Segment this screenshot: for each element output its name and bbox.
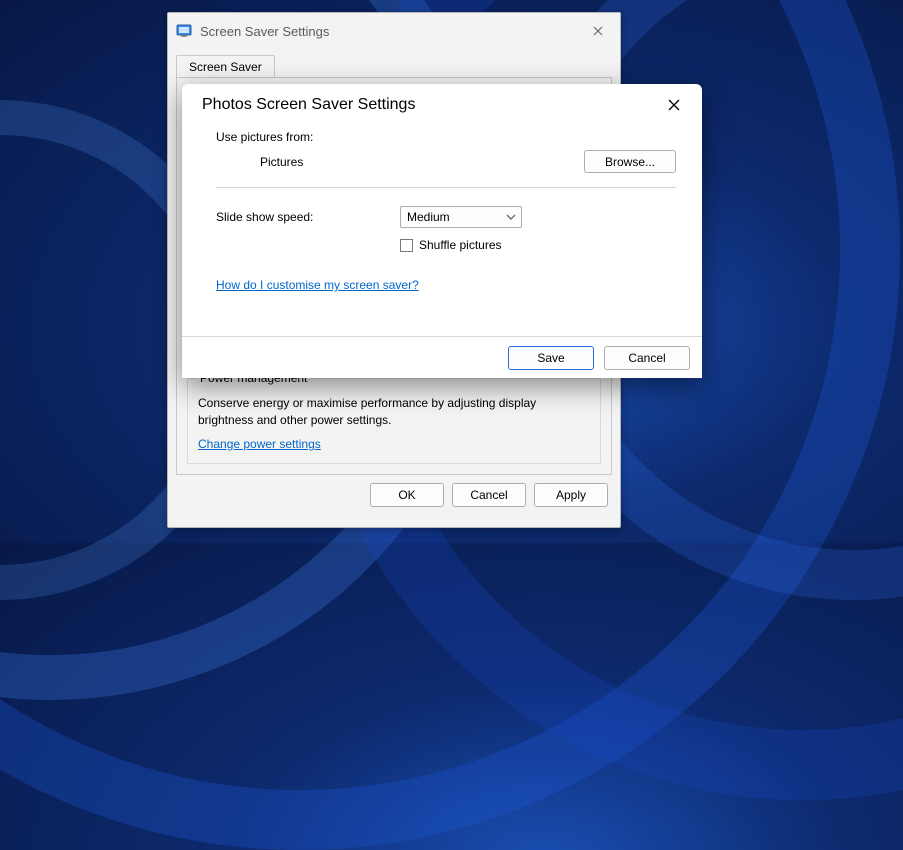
child-close-button[interactable] [658, 89, 690, 121]
apply-label: Apply [556, 488, 586, 502]
child-button-row: Save Cancel [182, 336, 702, 378]
power-management-group: Power management Conserve energy or maxi… [187, 378, 601, 464]
speed-value: Medium [407, 210, 450, 224]
change-power-settings-link[interactable]: Change power settings [198, 437, 321, 451]
pictures-row: Pictures Browse... [216, 150, 676, 173]
slide-show-speed-label: Slide show speed: [216, 210, 400, 224]
photos-screen-saver-settings-dialog: Photos Screen Saver Settings Use picture… [182, 84, 702, 378]
tab-strip: Screen Saver [168, 49, 620, 77]
use-pictures-from-label: Use pictures from: [216, 130, 676, 144]
child-titlebar[interactable]: Photos Screen Saver Settings [182, 84, 702, 126]
tab-label: Screen Saver [189, 60, 262, 74]
screen-saver-icon [176, 23, 192, 39]
slide-show-speed-dropdown[interactable]: Medium [400, 206, 522, 228]
save-button[interactable]: Save [508, 346, 594, 370]
parent-close-button[interactable] [584, 23, 612, 39]
divider [216, 187, 676, 188]
customise-screen-saver-help-link[interactable]: How do I customise my screen saver? [216, 278, 419, 292]
apply-button[interactable]: Apply [534, 483, 608, 507]
power-description: Conserve energy or maximise performance … [198, 395, 590, 429]
ok-button[interactable]: OK [370, 483, 444, 507]
shuffle-pictures-label: Shuffle pictures [419, 238, 502, 252]
ok-label: OK [398, 488, 415, 502]
child-cancel-label: Cancel [628, 351, 665, 365]
speed-row: Slide show speed: Medium [216, 206, 676, 228]
pictures-folder-label: Pictures [260, 155, 303, 169]
parent-button-row: OK Cancel Apply [168, 483, 620, 519]
parent-window-title: Screen Saver Settings [200, 24, 329, 39]
chevron-down-icon [506, 211, 516, 225]
child-window-title: Photos Screen Saver Settings [202, 96, 415, 114]
cancel-label: Cancel [470, 488, 507, 502]
shuffle-row: Shuffle pictures [400, 238, 676, 252]
browse-label: Browse... [605, 155, 655, 169]
save-label: Save [537, 351, 564, 365]
shuffle-pictures-checkbox[interactable] [400, 239, 413, 252]
tab-screen-saver[interactable]: Screen Saver [176, 55, 275, 78]
browse-button[interactable]: Browse... [584, 150, 676, 173]
child-cancel-button[interactable]: Cancel [604, 346, 690, 370]
child-body: Use pictures from: Pictures Browse... Sl… [182, 126, 702, 292]
cancel-button[interactable]: Cancel [452, 483, 526, 507]
parent-titlebar[interactable]: Screen Saver Settings [168, 13, 620, 49]
